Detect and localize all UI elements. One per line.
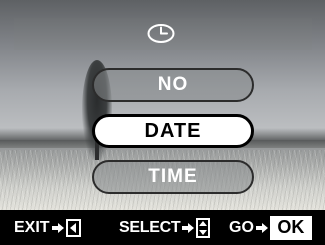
right-arrow-icon <box>255 222 268 233</box>
left-arrow-key-icon <box>65 218 81 237</box>
ok-button[interactable]: OK <box>269 215 312 240</box>
exit-label: EXIT <box>14 218 50 236</box>
select-label: SELECT <box>119 218 181 236</box>
go-hint[interactable]: GO OK <box>229 210 312 245</box>
go-label: GO <box>229 218 254 236</box>
camera-menu-screen: NO DATE TIME EXIT SELECT GO OK <box>0 0 325 245</box>
option-no[interactable]: NO <box>92 68 254 102</box>
exit-hint[interactable]: EXIT <box>14 210 81 245</box>
option-time-label: TIME <box>148 166 198 187</box>
up-down-key-icon <box>196 217 211 238</box>
right-arrow-icon <box>51 222 64 233</box>
option-no-label: NO <box>157 74 189 95</box>
select-hint[interactable]: SELECT <box>119 210 211 245</box>
option-time[interactable]: TIME <box>92 160 254 194</box>
option-date-label: DATE <box>144 119 202 142</box>
clock-icon <box>147 24 175 43</box>
option-date-selected[interactable]: DATE <box>92 114 254 148</box>
right-arrow-icon <box>182 222 195 233</box>
control-hint-bar: EXIT SELECT GO OK <box>0 210 325 245</box>
